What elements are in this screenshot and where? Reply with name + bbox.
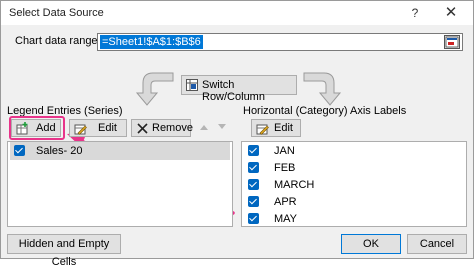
axis-label-text: FEB [274, 162, 296, 174]
axis-label-checkbox[interactable] [248, 196, 259, 207]
axis-label-checkbox[interactable] [248, 162, 259, 173]
axis-label-item[interactable]: MARCH [244, 176, 464, 194]
move-down-icon[interactable] [217, 122, 227, 135]
axis-label-text: APR [274, 196, 297, 208]
edit-button-label: Edit [98, 122, 117, 134]
switch-row-column-label: Switch Row/Column [202, 79, 265, 103]
axis-label-item[interactable]: MAY [244, 210, 464, 228]
series-label: Sales- 20 [36, 145, 83, 157]
move-up-icon[interactable] [199, 122, 209, 135]
series-item[interactable]: Sales- 20 [10, 142, 230, 160]
axis-label-checkbox[interactable] [248, 179, 259, 190]
hidden-empty-cells-button[interactable]: Hidden and Empty Cells [7, 234, 121, 268]
remove-series-button[interactable]: Remove [131, 119, 193, 137]
legend-series-list: Sales- 20 [7, 141, 233, 227]
axis-label-item[interactable]: FEB [244, 159, 464, 177]
right-curved-arrow-icon [303, 72, 342, 106]
series-checkbox[interactable] [14, 145, 25, 156]
switch-row-column-button[interactable]: Switch Row/Column [181, 75, 297, 103]
edit-icon [256, 122, 269, 135]
add-button-highlight [9, 116, 65, 140]
remove-icon [136, 122, 149, 135]
axis-label-text: MARCH [274, 179, 315, 191]
edit-icon [74, 122, 87, 135]
remove-button-label: Remove [152, 122, 193, 134]
axis-label-checkbox[interactable] [248, 145, 259, 156]
switch-row-column-icon [186, 79, 198, 91]
ok-button[interactable]: OK [341, 234, 401, 254]
axis-label-text: MAY [274, 213, 298, 225]
select-data-source-dialog: Select Data Source ? ✕ Chart data range:… [0, 0, 474, 268]
axis-label-text: JAN [274, 145, 295, 157]
cancel-button[interactable]: Cancel [407, 234, 467, 254]
axis-labels-list: JAN FEB MARCH APR MAY [241, 141, 467, 227]
edit-axis-labels-button[interactable]: Edit [251, 119, 301, 137]
axis-label-item[interactable]: JAN [244, 142, 464, 160]
axis-labels-label: Horizontal (Category) Axis Labels [243, 105, 407, 117]
axis-label-checkbox[interactable] [248, 213, 259, 224]
axis-label-item[interactable]: APR [244, 193, 464, 211]
edit-series-button[interactable]: Edit [69, 119, 127, 137]
edit-axis-button-label: Edit [274, 122, 293, 134]
left-curved-arrow-icon [135, 72, 174, 106]
